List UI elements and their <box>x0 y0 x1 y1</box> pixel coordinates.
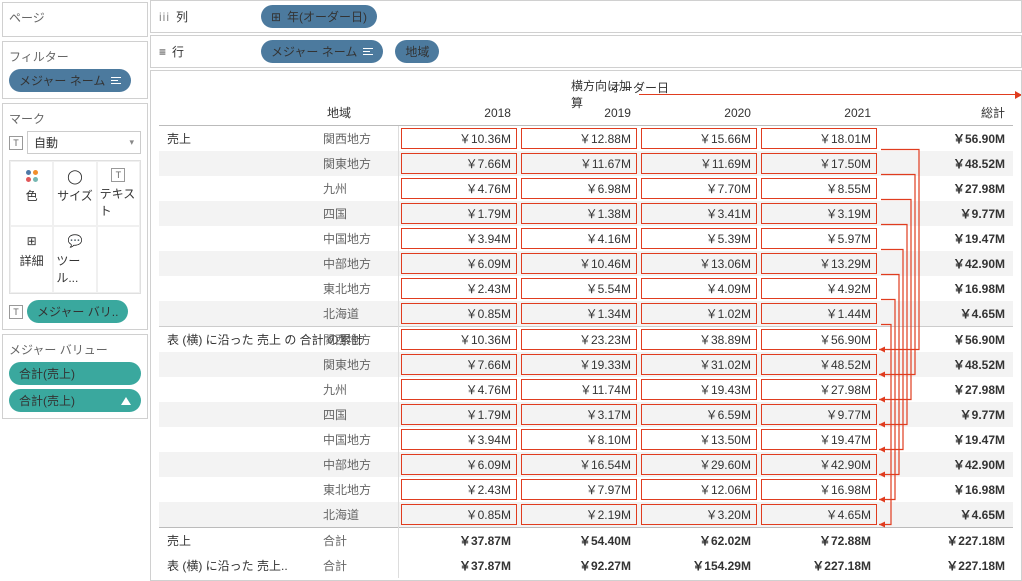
table-row[interactable]: 北海道￥0.85M￥1.34M￥1.02M￥1.44M￥4.65M <box>159 301 1013 327</box>
measure-values-shelf: メジャー バリュー 合計(売上) 合計(売上) <box>2 334 148 419</box>
subtotal-row[interactable]: 売上合計￥37.87M￥54.40M￥62.02M￥72.88M￥227.18M <box>159 528 1013 554</box>
pages-label: ページ <box>9 9 141 26</box>
pages-shelf[interactable]: ページ <box>2 2 148 37</box>
pill-label: 合計(売上) <box>19 392 75 409</box>
table-row[interactable]: 北海道￥0.85M￥2.19M￥3.20M￥4.65M￥4.65M <box>159 502 1013 528</box>
size-icon: ◯ <box>67 168 83 184</box>
mark-tooltip-button[interactable]: 💬 ツール... <box>53 226 96 293</box>
filter-pill-measure-names[interactable]: メジャー ネーム <box>9 69 131 92</box>
mark-empty <box>97 226 140 293</box>
measure-values-label: メジャー バリュー <box>9 341 141 358</box>
mark-text-button[interactable]: T テキスト <box>97 161 140 226</box>
rows-label: 行 <box>172 43 184 60</box>
text-encoding-icon: T <box>9 305 23 319</box>
mark-color-button[interactable]: 色 <box>10 161 53 226</box>
bars-icon <box>111 77 121 85</box>
table-row[interactable]: 中国地方￥3.94M￥8.10M￥13.50M￥19.47M￥19.47M <box>159 427 1013 452</box>
table-row[interactable]: 中国地方￥3.94M￥4.16M￥5.39M￥5.97M￥19.47M <box>159 226 1013 251</box>
rows-pill-region[interactable]: 地域 <box>395 40 439 63</box>
table-row[interactable]: 中部地方￥6.09M￥10.46M￥13.06M￥13.29M￥42.90M <box>159 251 1013 276</box>
pill-label: メジャー ネーム <box>271 43 357 60</box>
table-row[interactable]: 売上関西地方￥10.36M￥12.88M￥15.66M￥18.01M￥56.90… <box>159 126 1013 152</box>
table-row[interactable]: 関東地方￥7.66M￥19.33M￥31.02M￥48.52M￥48.52M <box>159 352 1013 377</box>
col-2018[interactable]: 2018 <box>399 100 519 126</box>
mark-size-button[interactable]: ◯ サイズ <box>53 161 96 226</box>
text-icon: T <box>111 168 125 182</box>
annotation-label: 横方向に加算 <box>571 77 1021 111</box>
marks-label: マーク <box>9 110 141 127</box>
mv-pill-sum-sales-1[interactable]: 合計(売上) <box>9 362 141 385</box>
group-label: 売上 <box>167 132 191 146</box>
detail-icon: ⊞ <box>24 233 40 249</box>
subtotal-row[interactable]: 表 (横) に沿った 売上..合計￥37.87M￥92.27M￥154.29M￥… <box>159 553 1013 578</box>
bars-icon <box>363 48 373 56</box>
table-row[interactable]: 四国￥1.79M￥3.17M￥6.59M￥9.77M￥9.77M <box>159 402 1013 427</box>
arrow-right-icon <box>639 94 1021 95</box>
pill-label: メジャー バリ.. <box>37 303 118 320</box>
table-row[interactable]: 東北地方￥2.43M￥5.54M￥4.09M￥4.92M￥16.98M <box>159 276 1013 301</box>
columns-shelf[interactable]: iii 列 ⊞ 年(オーダー日) <box>150 0 1022 33</box>
rows-shelf[interactable]: ≡ 行 メジャー ネーム 地域 <box>150 35 1022 68</box>
pill-label: 合計(売上) <box>19 365 75 382</box>
pill-label: メジャー ネーム <box>19 72 105 89</box>
crosstab: オーダー日 地域 2018 2019 2020 2021 総計 売上関西地方￥1… <box>159 75 1013 578</box>
rows-pill-measure-names[interactable]: メジャー ネーム <box>261 40 383 63</box>
mark-type-select[interactable]: 自動 <box>27 131 141 154</box>
viz-area: 横方向に加算 オーダー日 地域 2018 2019 2020 2021 <box>150 70 1022 581</box>
plus-icon: ⊞ <box>271 10 281 24</box>
table-row[interactable]: 表 (横) に沿った 売上 の 合計 の累計関西地方￥10.36M￥23.23M… <box>159 327 1013 353</box>
columns-icon: iii <box>159 10 170 24</box>
table-row[interactable]: 四国￥1.79M￥1.38M￥3.41M￥3.19M￥9.77M <box>159 201 1013 226</box>
mark-pill-measure-values[interactable]: メジャー バリ.. <box>27 300 128 323</box>
filters-label: フィルター <box>9 48 141 65</box>
pill-label: 地域 <box>405 43 429 60</box>
delta-icon <box>121 397 131 405</box>
table-row[interactable]: 九州￥4.76M￥6.98M￥7.70M￥8.55M￥27.98M <box>159 176 1013 201</box>
table-row[interactable]: 東北地方￥2.43M￥7.97M￥12.06M￥16.98M￥16.98M <box>159 477 1013 502</box>
tooltip-icon: 💬 <box>67 233 83 249</box>
columns-pill-year[interactable]: ⊞ 年(オーダー日) <box>261 5 377 28</box>
palette-icon <box>24 168 40 184</box>
marks-card: マーク T 自動 色 ◯ サイズ T テキスト ⊞ <box>2 103 148 330</box>
table-row[interactable]: 関東地方￥7.66M￥11.67M￥11.69M￥17.50M￥48.52M <box>159 151 1013 176</box>
table-row[interactable]: 九州￥4.76M￥11.74M￥19.43M￥27.98M￥27.98M <box>159 377 1013 402</box>
table-row[interactable]: 中部地方￥6.09M￥16.54M￥29.60M￥42.90M￥42.90M <box>159 452 1013 477</box>
columns-label: 列 <box>176 8 188 25</box>
mark-type-value: 自動 <box>34 134 58 151</box>
mv-pill-sum-sales-2[interactable]: 合計(売上) <box>9 389 141 412</box>
region-header: 地域 <box>319 100 399 126</box>
mark-detail-button[interactable]: ⊞ 詳細 <box>10 226 53 293</box>
pill-label: 年(オーダー日) <box>287 8 367 25</box>
filters-shelf[interactable]: フィルター メジャー ネーム <box>2 41 148 99</box>
text-mark-icon: T <box>9 136 23 150</box>
rows-icon: ≡ <box>159 45 166 59</box>
